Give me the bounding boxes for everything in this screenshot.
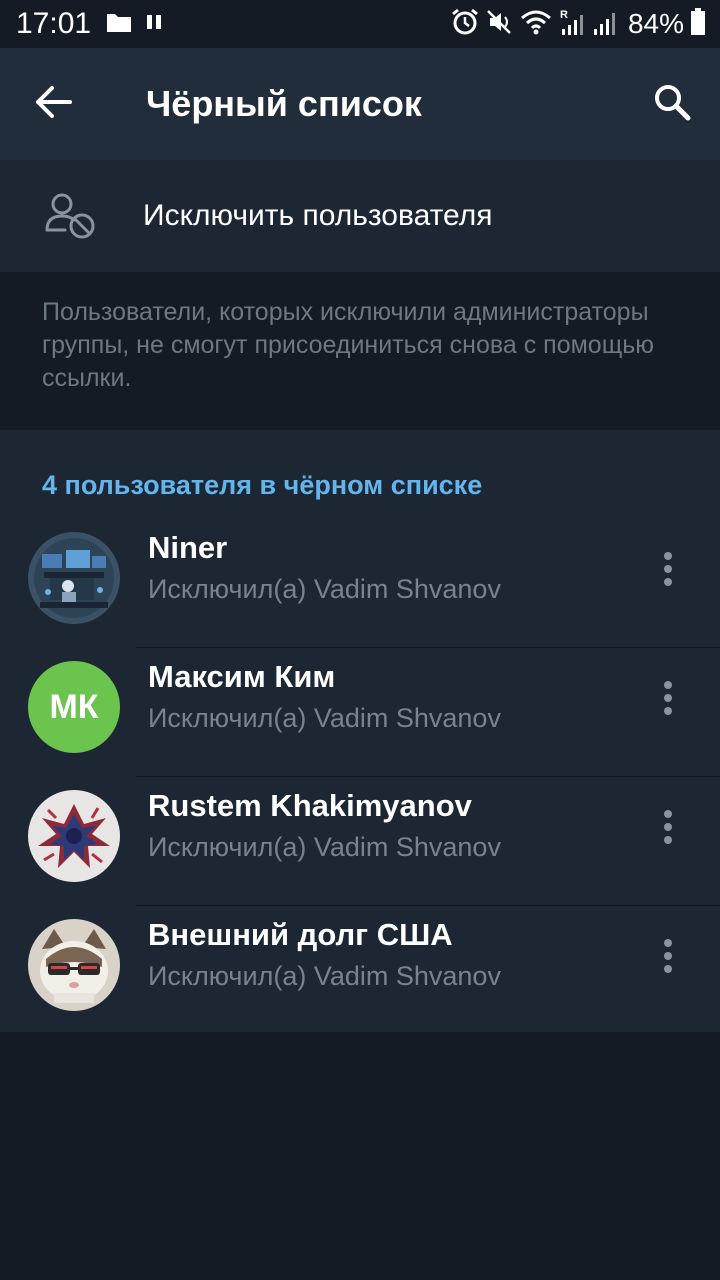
blacklist-header: 4 пользователя в чёрном списке bbox=[42, 470, 483, 500]
more-button[interactable] bbox=[646, 547, 690, 595]
signal-r-icon: R bbox=[558, 7, 586, 42]
user-block-icon bbox=[44, 192, 100, 242]
more-button[interactable] bbox=[646, 934, 690, 982]
svg-text:R: R bbox=[560, 9, 568, 21]
avatar bbox=[28, 919, 120, 1011]
user-name: Максим Ким bbox=[148, 659, 336, 694]
battery-icon bbox=[690, 7, 706, 42]
user-name: Niner bbox=[148, 530, 228, 565]
empty-area bbox=[0, 1032, 720, 1280]
user-subtitle: Исключил(а) Vadim Shvanov bbox=[148, 961, 501, 991]
signal-icon bbox=[592, 7, 618, 42]
ban-user-button[interactable]: Исключить пользователя bbox=[0, 160, 720, 272]
arrow-left-icon bbox=[34, 84, 74, 125]
avatar-initials: МК bbox=[28, 661, 120, 753]
user-subtitle: Исключил(а) Vadim Shvanov bbox=[148, 703, 501, 733]
avatar: МК bbox=[28, 661, 120, 753]
more-vertical-icon bbox=[662, 938, 674, 979]
more-button[interactable] bbox=[646, 676, 690, 724]
alarm-icon bbox=[450, 8, 480, 41]
more-vertical-icon bbox=[662, 551, 674, 592]
list-item[interactable]: Rustem Khakimyanov Исключил(а) Vadim Shv… bbox=[0, 777, 720, 906]
search-button[interactable] bbox=[644, 78, 700, 130]
more-vertical-icon bbox=[662, 680, 674, 721]
list-item[interactable]: Внешний долг США Исключил(а) Vadim Shvan… bbox=[0, 906, 720, 1035]
user-name: Rustem Khakimyanov bbox=[148, 788, 472, 823]
page-title: Чёрный список bbox=[146, 83, 422, 124]
search-icon bbox=[652, 82, 692, 127]
more-vertical-icon bbox=[662, 809, 674, 850]
app-bar: Чёрный список bbox=[0, 48, 720, 160]
avatar-photo bbox=[28, 919, 120, 1011]
mute-icon bbox=[486, 8, 514, 41]
folder-icon bbox=[106, 11, 132, 38]
avatar bbox=[28, 532, 120, 624]
avatar-photo bbox=[28, 532, 120, 624]
user-name: Внешний долг США bbox=[148, 917, 453, 952]
back-button[interactable] bbox=[26, 78, 82, 130]
more-button[interactable] bbox=[646, 805, 690, 853]
pause-icon bbox=[146, 13, 162, 36]
user-subtitle: Исключил(а) Vadim Shvanov bbox=[148, 832, 501, 862]
status-right-icons: R 84% bbox=[450, 6, 706, 42]
screen: 17:01 R 84% Чёрный список Исключить поль… bbox=[0, 0, 720, 1280]
ban-user-label: Исключить пользователя bbox=[143, 199, 493, 232]
status-bar: 17:01 R 84% bbox=[0, 0, 720, 48]
user-subtitle: Исключил(а) Vadim Shvanov bbox=[148, 574, 501, 604]
hint-section: Пользователи, которых исключили админист… bbox=[0, 272, 720, 430]
avatar-photo bbox=[28, 790, 120, 882]
list-item[interactable]: Niner Исключил(а) Vadim Shvanov bbox=[0, 519, 720, 648]
blacklist-section: 4 пользователя в чёрном списке Niner Иск… bbox=[0, 430, 720, 1032]
wifi-icon bbox=[520, 9, 552, 40]
status-left-icons bbox=[106, 12, 162, 36]
avatar bbox=[28, 790, 120, 882]
list-item[interactable]: МК Максим Ким Исключил(а) Vadim Shvanov bbox=[0, 648, 720, 777]
hint-text: Пользователи, которых исключили админист… bbox=[42, 298, 655, 392]
status-time: 17:01 bbox=[16, 7, 92, 40]
battery-percent: 84% bbox=[627, 8, 684, 39]
